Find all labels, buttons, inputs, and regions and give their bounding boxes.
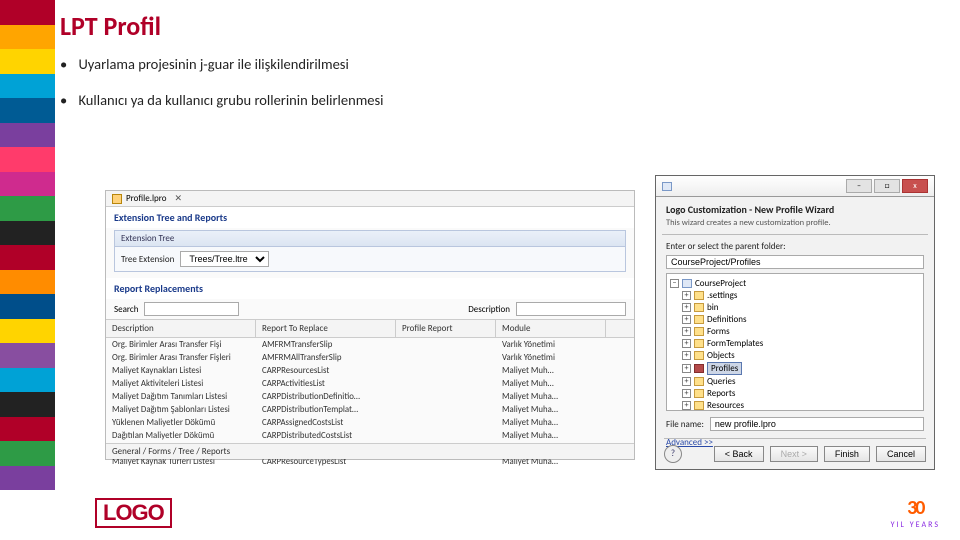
table-row[interactable]: Maliyet Dağıtım Şablonları ListesiCARPDi… <box>106 403 634 416</box>
wizard-title: Logo Customization - New Profile Wizard <box>666 203 924 216</box>
bullets: Uyarlama projesinin j-guar ile ilişkilen… <box>60 55 384 127</box>
table-row[interactable]: Org. Birimler Arası Transfer FişleriAMFR… <box>106 351 634 364</box>
table-header: Description Report To Replace Profile Re… <box>106 320 634 338</box>
cancel-button[interactable]: Cancel <box>876 446 926 462</box>
editor-tab[interactable]: Profile.lpro ✕ <box>106 191 634 207</box>
tree-item[interactable]: +Resources <box>682 399 920 411</box>
logo: LOGO <box>95 498 172 528</box>
finish-button[interactable]: Finish <box>824 446 870 462</box>
bullet-item: Kullanıcı ya da kullanıcı grubu rollerin… <box>60 91 384 109</box>
back-button[interactable]: < Back <box>714 446 764 462</box>
tab-label: Profile.lpro <box>126 193 167 204</box>
footer-tabs[interactable]: General / Forms / Tree / Reports <box>106 443 634 459</box>
panel-header: Extension Tree and Reports <box>106 207 634 228</box>
tree-item[interactable]: +Objects <box>682 349 920 361</box>
tree-item[interactable]: +FormTemplates <box>682 337 920 349</box>
filename-label: File name: <box>666 419 704 430</box>
tree-item[interactable]: +Queries <box>682 375 920 387</box>
report-replacements-heading: Report Replacements <box>106 278 634 299</box>
tree-item[interactable]: +Profiles <box>682 361 920 375</box>
folder-tree[interactable]: −CourseProject+.settings+bin+Definitions… <box>666 273 924 411</box>
tree-item[interactable]: +Reports <box>682 387 920 399</box>
parent-folder-input[interactable] <box>666 255 924 269</box>
next-button: Next > <box>770 446 818 462</box>
wizard-description: This wizard creates a new customization … <box>666 218 924 228</box>
table-row[interactable]: Maliyet Kaynakları ListesiCARPResourcesL… <box>106 364 634 377</box>
tree-item[interactable]: +Forms <box>682 325 920 337</box>
tree-item[interactable]: +bin <box>682 301 920 313</box>
profile-editor-panel: Profile.lpro ✕ Extension Tree and Report… <box>105 190 635 460</box>
help-button[interactable]: ? <box>664 445 682 463</box>
tree-item[interactable]: +.settings <box>682 289 920 301</box>
search-label: Search <box>114 304 138 315</box>
description-filter-label: Description <box>468 304 510 315</box>
new-profile-wizard: – □ x Logo Customization - New Profile W… <box>655 175 935 470</box>
filename-input[interactable] <box>710 417 924 431</box>
minimize-button[interactable]: – <box>846 179 872 193</box>
description-filter-input[interactable] <box>516 302 626 316</box>
slide-title: LPT Profil <box>60 10 161 42</box>
table-row[interactable]: Org. Birimler Arası Transfer FişiAMFRMTr… <box>106 338 634 351</box>
bullet-item: Uyarlama projesinin j-guar ile ilişkilen… <box>60 55 384 73</box>
table-row[interactable]: Yüklenen Maliyetler DökümüCARPAssignedCo… <box>106 416 634 429</box>
close-icon[interactable]: ✕ <box>175 193 183 204</box>
file-icon <box>112 194 122 204</box>
maximize-button[interactable]: □ <box>874 179 900 193</box>
tree-extension-select[interactable]: Trees/Tree.ltre <box>180 251 269 267</box>
tree-extension-label: Tree Extension <box>121 254 174 265</box>
table-row[interactable]: Dağıtılan Maliyetler DökümüCARPDistribut… <box>106 429 634 442</box>
anniversary-badge: 30 YIL YEARS <box>891 496 940 530</box>
table-row[interactable]: Maliyet Aktiviteleri ListesiCARPActiviti… <box>106 377 634 390</box>
search-input[interactable] <box>144 302 239 316</box>
extension-tree-heading: Extension Tree <box>115 231 625 247</box>
app-icon <box>662 182 672 191</box>
parent-folder-label: Enter or select the parent folder: <box>666 241 924 252</box>
tree-item[interactable]: +Definitions <box>682 313 920 325</box>
table-row[interactable]: Maliyet Dağıtım Tanımları ListesiCARPDis… <box>106 390 634 403</box>
close-button[interactable]: x <box>902 179 928 193</box>
